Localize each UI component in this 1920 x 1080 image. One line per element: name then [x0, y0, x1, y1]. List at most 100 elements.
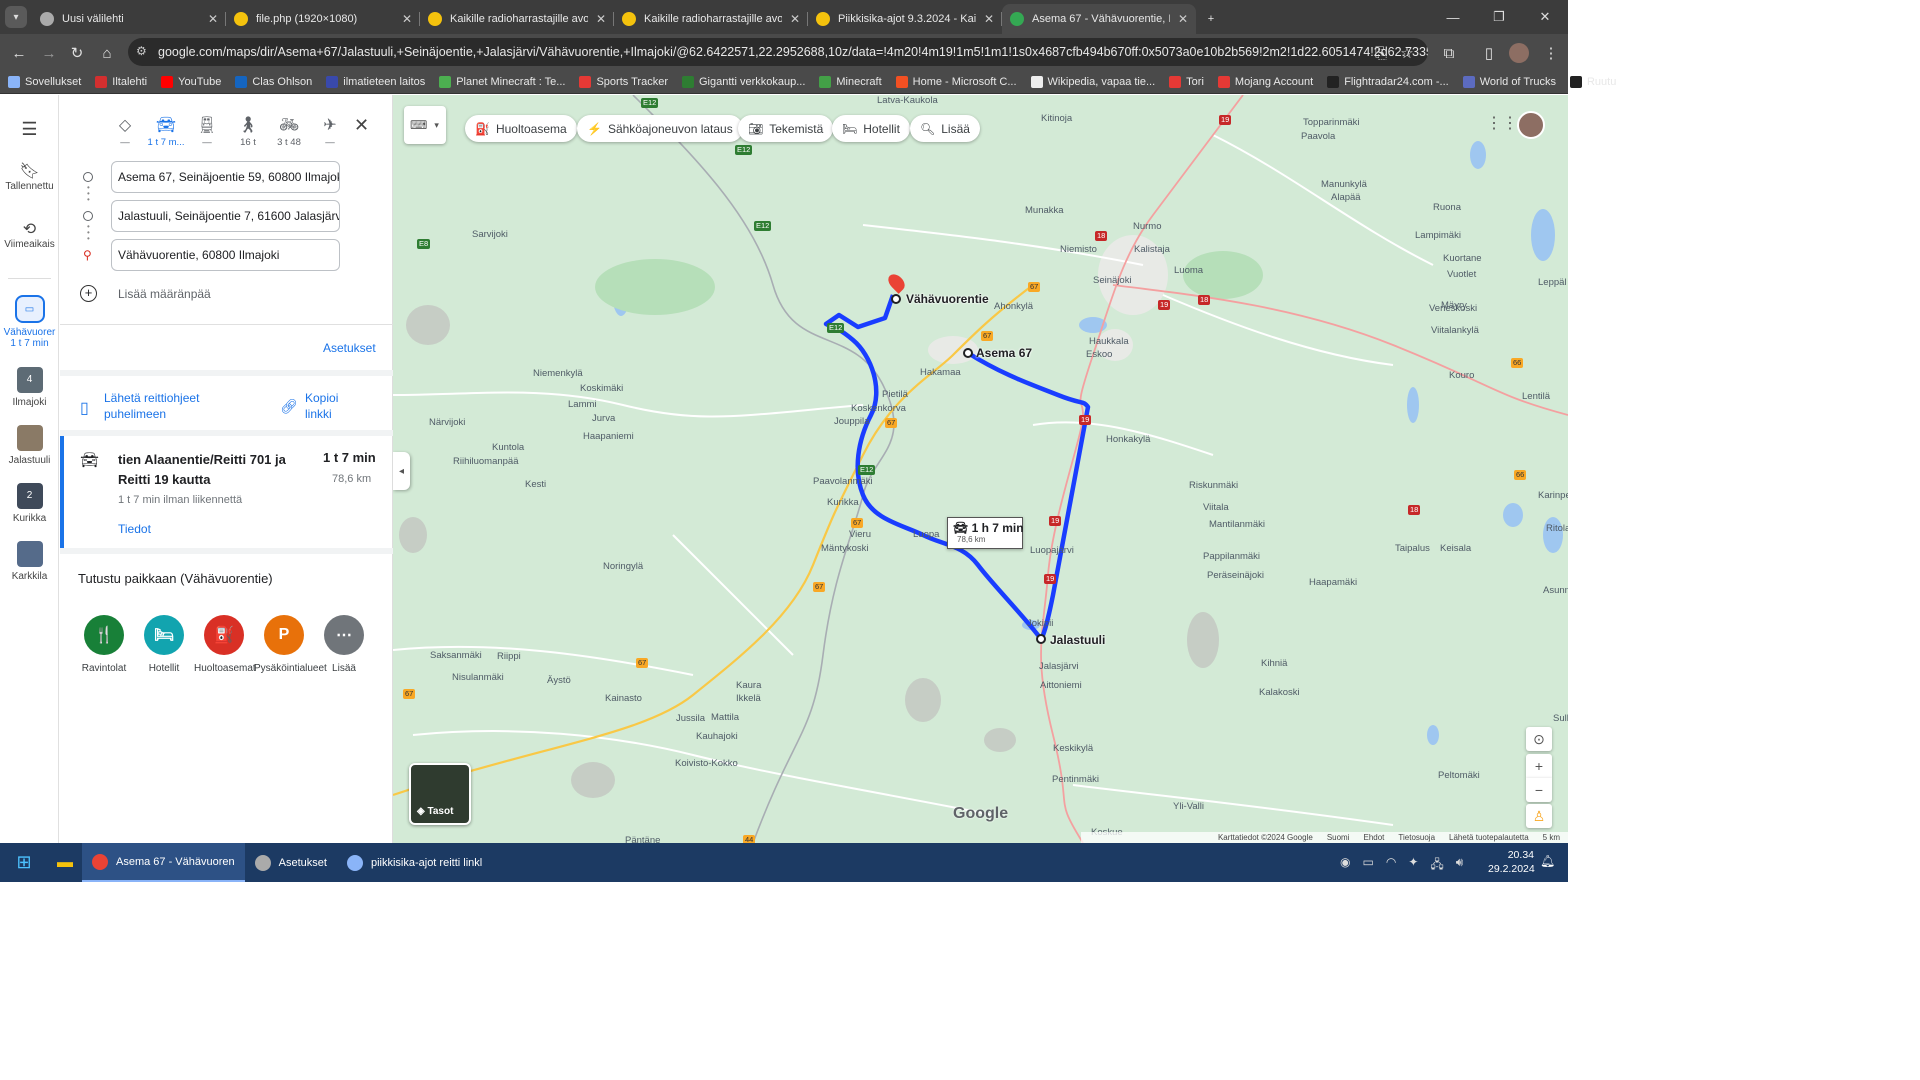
- travel-mode-walk[interactable]: 🚶︎ 16 t: [228, 115, 268, 148]
- place-waypoint[interactable]: Jalastuuli: [1050, 633, 1105, 647]
- bookmark-item[interactable]: ilmatieteen laitos: [326, 75, 425, 88]
- volume-icon[interactable]: 🔊︎: [1456, 855, 1464, 876]
- travel-mode-transit[interactable]: 🚆︎ —: [187, 115, 227, 148]
- close-tab-icon[interactable]: ✕: [596, 12, 606, 26]
- tab-search-button[interactable]: ▾: [0, 0, 32, 34]
- map-footer-item[interactable]: Lähetä tuotepalautetta: [1449, 833, 1529, 842]
- back-icon[interactable]: ←: [6, 40, 32, 66]
- file-explorer-icon[interactable]: ▬: [48, 843, 82, 882]
- explore-3[interactable]: P Pysäköintialueet: [254, 615, 327, 674]
- taskbar-item[interactable]: piikkisika-ajot reitti linkl: [337, 843, 492, 882]
- tray-display-icon[interactable]: ▭: [1362, 855, 1373, 876]
- travel-mode-flight[interactable]: ✈ —: [310, 115, 350, 148]
- add-destination-button[interactable]: Lisää määränpää: [118, 287, 211, 301]
- new-tab-button[interactable]: +: [1196, 4, 1226, 34]
- add-destination-icon[interactable]: +: [80, 285, 97, 302]
- bookmark-item[interactable]: Sovellukset: [8, 75, 81, 88]
- bookmark-item[interactable]: Gigantti verkkokaup...: [682, 75, 805, 88]
- bookmark-star-icon[interactable]: ☆: [1394, 40, 1420, 66]
- taskbar-item[interactable]: Asema 67 - Vähävuoren: [82, 843, 245, 882]
- bookmark-item[interactable]: Ruutu: [1569, 75, 1616, 88]
- home-icon[interactable]: ⌂: [94, 40, 120, 66]
- bookmark-item[interactable]: Minecraft: [819, 75, 882, 88]
- bookmark-item[interactable]: Flightradar24.com -...: [1327, 75, 1449, 88]
- route-option[interactable]: 🚘︎ tien Alaanentie/Reitti 701 ja Reitti …: [60, 436, 393, 548]
- close-tab-icon[interactable]: ✕: [790, 12, 800, 26]
- place-destination[interactable]: Vähävuorentie: [906, 292, 989, 306]
- map-chip-2[interactable]: 📷︎ Tekemistä: [738, 115, 834, 142]
- browser-tab[interactable]: Asema 67 - Vähävuorentie, Ilma ✕: [1002, 4, 1196, 34]
- explore-2[interactable]: ⛽ Huoltoasemat: [194, 615, 256, 674]
- bookmark-item[interactable]: Mojang Account: [1217, 75, 1313, 88]
- network-icon[interactable]: 🖧︎: [1430, 855, 1443, 876]
- map-footer-item[interactable]: 5 km: [1543, 833, 1560, 842]
- extensions-icon[interactable]: ⧉: [1436, 40, 1462, 66]
- close-tab-icon[interactable]: ✕: [208, 12, 218, 26]
- browser-tab[interactable]: Uusi välilehti ✕: [32, 4, 226, 34]
- copy-link-button[interactable]: Kopioi linkki: [305, 390, 350, 422]
- recent-place-0[interactable]: 4 Ilmajoki: [0, 367, 59, 408]
- zoom-in-button[interactable]: +: [1526, 754, 1552, 778]
- send-to-phone-button[interactable]: Lähetä reittiohjeet puhelimeen: [104, 390, 234, 422]
- travel-mode-car[interactable]: 🚘︎ 1 t 7 m...: [146, 111, 186, 148]
- close-tab-icon[interactable]: ✕: [1178, 12, 1188, 26]
- menu-icon[interactable]: ☰: [0, 119, 59, 140]
- bookmark-item[interactable]: Iltalehti: [95, 75, 147, 88]
- destination-marker[interactable]: [891, 294, 901, 304]
- recent-place-3[interactable]: Karkkila: [0, 541, 59, 582]
- minimize-icon[interactable]: —: [1430, 0, 1476, 34]
- clock[interactable]: 20.34 29.2.2024: [1488, 848, 1535, 876]
- map-chip-4[interactable]: 🔍︎ Lisää: [910, 115, 980, 142]
- close-window-icon[interactable]: ✕: [1522, 0, 1568, 34]
- zoom-out-button[interactable]: −: [1526, 778, 1552, 802]
- bookmark-item[interactable]: Clas Ohlson: [235, 75, 312, 88]
- settings-link[interactable]: Asetukset: [323, 341, 376, 355]
- explore-1[interactable]: 🛏 Hotellit: [134, 615, 194, 674]
- recent-button[interactable]: ⟲ Viimeaikais: [0, 219, 59, 250]
- bookmark-item[interactable]: Sports Tracker: [579, 75, 668, 88]
- bookmark-item[interactable]: Wikipedia, vapaa tie...: [1030, 75, 1155, 88]
- recent-place-1[interactable]: Jalastuuli: [0, 425, 59, 466]
- side-panel-icon[interactable]: ▯: [1476, 40, 1502, 66]
- saved-button[interactable]: 🔖︎ Tallennettu: [0, 161, 59, 192]
- waypoint-marker[interactable]: [1036, 634, 1046, 644]
- tray-app-icon[interactable]: ◉: [1340, 855, 1350, 876]
- browser-tab[interactable]: file.php (1920×1080) ✕: [226, 4, 420, 34]
- layers-button[interactable]: ◈ Tasot: [409, 763, 471, 825]
- map-chip-3[interactable]: 🛏 Hotellit: [832, 115, 910, 142]
- active-route-button[interactable]: ▭ Vähävuorer 1 t 7 min: [0, 295, 59, 349]
- site-info-icon[interactable]: ⚙: [136, 44, 152, 60]
- forward-icon[interactable]: →: [36, 40, 62, 66]
- close-tab-icon[interactable]: ✕: [984, 12, 994, 26]
- origin-field[interactable]: Asema 67, Seinäjoentie 59, 60800 Ilmajok…: [111, 161, 340, 193]
- keyboard-toggle[interactable]: ⌨ ▾: [404, 106, 446, 144]
- tray-app2-icon[interactable]: ✦: [1408, 855, 1418, 876]
- map-footer-item[interactable]: Tietosuoja: [1398, 833, 1435, 842]
- bookmark-item[interactable]: Tori: [1169, 75, 1204, 88]
- my-location-icon[interactable]: ⊙: [1526, 727, 1552, 751]
- details-link[interactable]: Tiedot: [118, 522, 151, 536]
- close-directions-icon[interactable]: ✕: [354, 115, 369, 136]
- waypoint-field[interactable]: Jalastuuli, Seinäjoentie 7, 61600 Jalasj…: [111, 200, 340, 232]
- map-footer-item[interactable]: Suomi: [1327, 833, 1350, 842]
- address-bar[interactable]: ⚙ google.com/maps/dir/Asema+67/Jalastuul…: [128, 38, 1428, 66]
- profile-avatar[interactable]: [1506, 40, 1532, 66]
- travel-mode-best[interactable]: ◇ —: [105, 115, 145, 148]
- restore-icon[interactable]: ❐: [1476, 0, 1522, 34]
- destination-field[interactable]: Vähävuorentie, 60800 Ilmajoki: [111, 239, 340, 271]
- start-icon[interactable]: ⊞: [0, 843, 48, 882]
- bookmark-item[interactable]: Home - Microsoft C...: [895, 75, 1017, 88]
- map-canvas[interactable]: Latva-Kaukola Kitinoja Topparinmäki Paavola…: [393, 95, 1568, 843]
- travel-mode-bike[interactable]: 🚲︎ 3 t 48: [269, 115, 309, 148]
- route-callout[interactable]: 🚘︎ 1 h 7 min 78,6 km: [947, 517, 1024, 549]
- browser-tab[interactable]: Piikkisika-ajot 9.3.2024 - Kaikille ✕: [808, 4, 1002, 34]
- wifi-icon[interactable]: ◠: [1386, 855, 1396, 876]
- collapse-panel-button[interactable]: ◂: [393, 452, 410, 490]
- map-chip-1[interactable]: ⚡ Sähköajoneuvon lataus: [577, 115, 743, 142]
- close-tab-icon[interactable]: ✕: [402, 12, 412, 26]
- bookmark-item[interactable]: World of Trucks: [1462, 75, 1556, 88]
- map-chip-0[interactable]: ⛽ Huoltoasema: [465, 115, 577, 142]
- account-avatar[interactable]: [1517, 111, 1545, 139]
- reload-icon[interactable]: ↻: [64, 40, 90, 66]
- explore-0[interactable]: 🍴 Ravintolat: [74, 615, 134, 674]
